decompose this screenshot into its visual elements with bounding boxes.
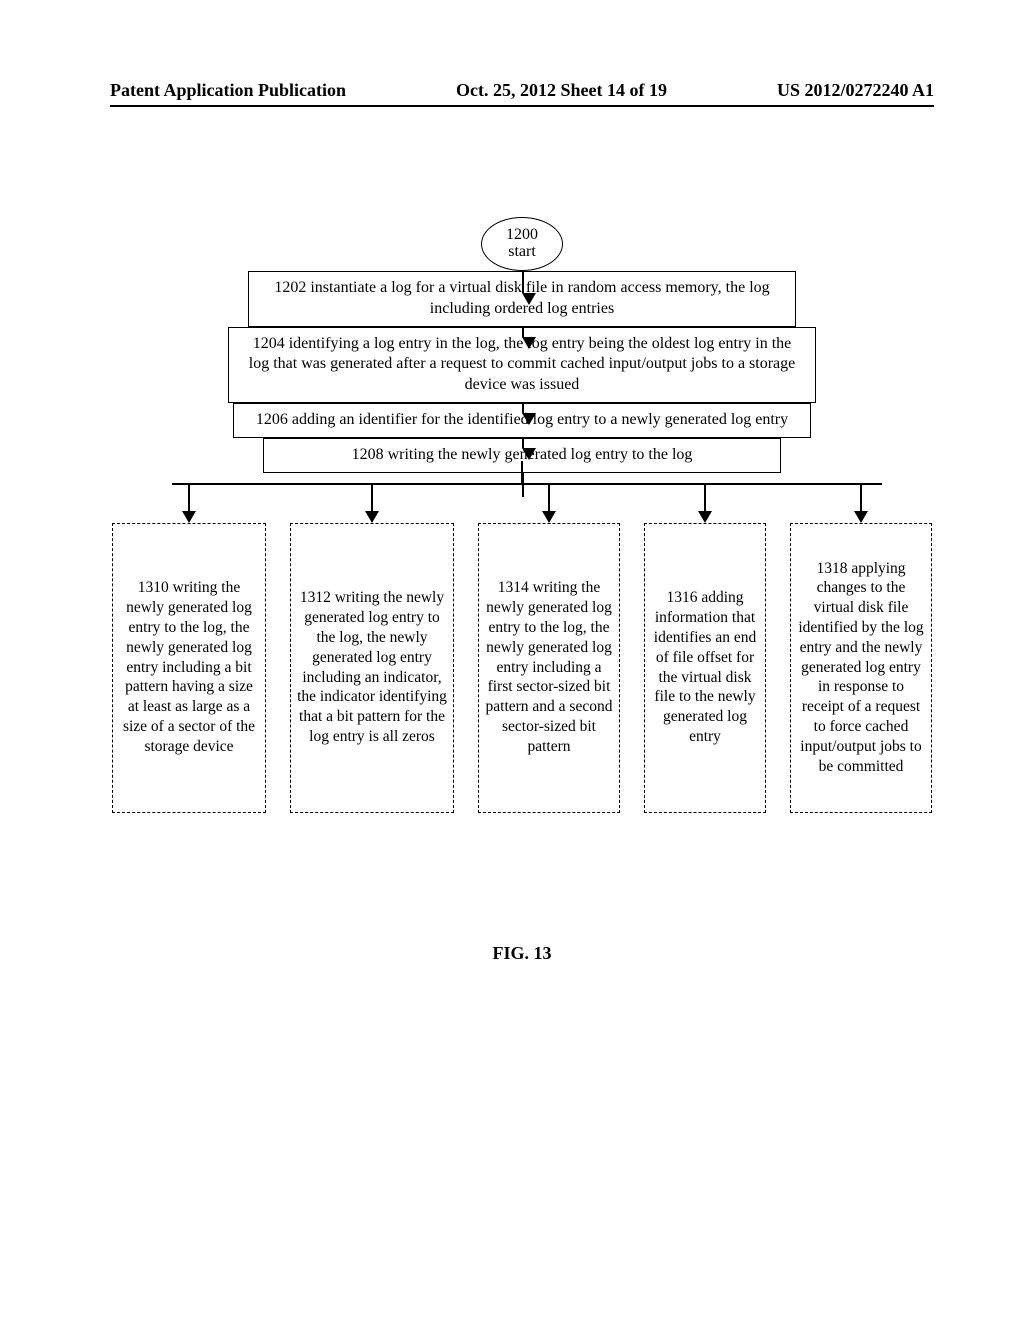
start-node: 1200 start: [481, 217, 563, 271]
branch-col-1316: 1316 adding information that identifies …: [644, 483, 766, 813]
arrowhead-icon: [854, 511, 868, 523]
branch-container: 1310 writing the newly generated log ent…: [112, 473, 932, 813]
branch-col-1318: 1318 applying changes to the virtual dis…: [790, 483, 932, 813]
header-mid: Oct. 25, 2012 Sheet 14 of 19: [456, 80, 667, 101]
flowchart: 1200 start 1202 instantiate a log for a …: [197, 217, 847, 813]
arrowhead-icon: [365, 511, 379, 523]
step-1312: 1312 writing the newly generated log ent…: [290, 523, 454, 813]
branch-col-1314: 1314 writing the newly generated log ent…: [478, 483, 620, 813]
branch-col-1312: 1312 writing the newly generated log ent…: [290, 483, 454, 813]
step-1314: 1314 writing the newly generated log ent…: [478, 523, 620, 813]
step-1310: 1310 writing the newly generated log ent…: [112, 523, 266, 813]
arrowhead-icon: [182, 511, 196, 523]
figure-label: FIG. 13: [110, 943, 934, 964]
arrowhead-icon: [542, 511, 556, 523]
step-1318: 1318 applying changes to the virtual dis…: [790, 523, 932, 813]
start-label: start: [508, 244, 536, 261]
header-left: Patent Application Publication: [110, 80, 346, 101]
step-1316: 1316 adding information that identifies …: [644, 523, 766, 813]
start-num: 1200: [506, 227, 538, 244]
branch-col-1310: 1310 writing the newly generated log ent…: [112, 483, 266, 813]
stub-connector: [521, 461, 523, 485]
page-header: Patent Application Publication Oct. 25, …: [110, 80, 934, 107]
header-right: US 2012/0272240 A1: [777, 80, 934, 101]
arrowhead-icon: [698, 511, 712, 523]
